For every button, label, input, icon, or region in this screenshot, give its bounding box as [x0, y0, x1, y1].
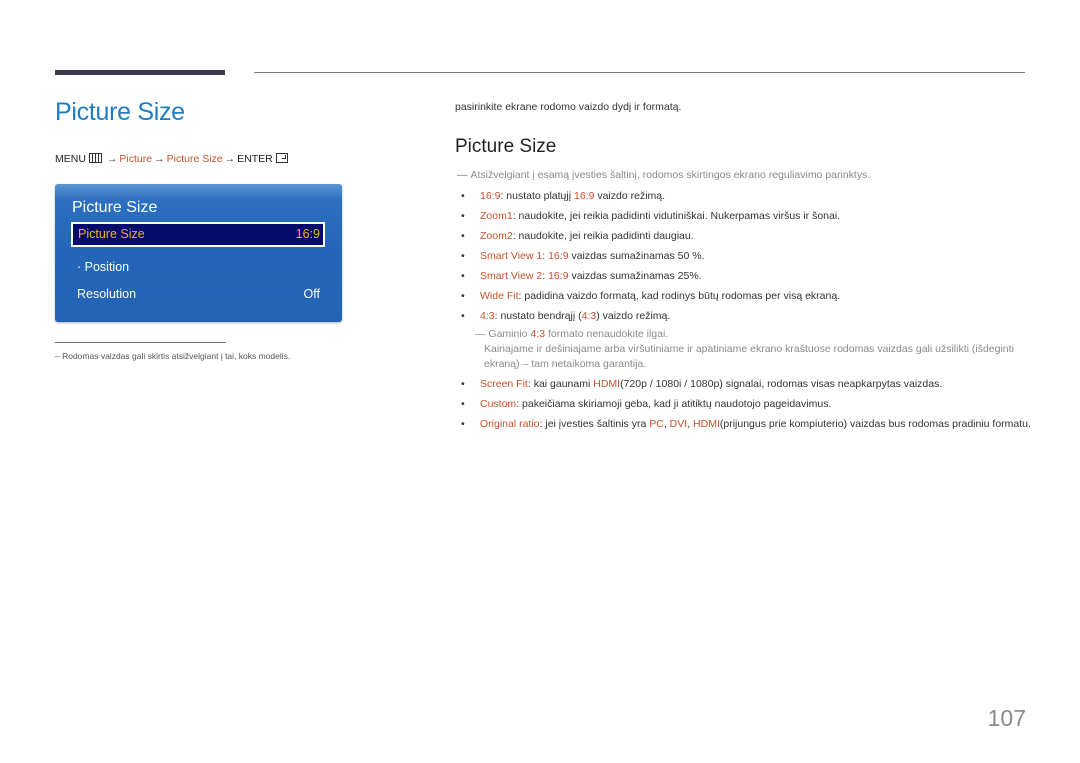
option-text: (prijungus prie kompiuterio) vaizdas bus… [719, 418, 1031, 430]
arrow-icon: → [154, 153, 165, 165]
option-text: : kai gaunami [527, 378, 594, 390]
option-list: 16:9: nustato platųjį 16:9 vaizdo režimą… [461, 189, 1031, 437]
option-highlight: HDMI [693, 418, 720, 430]
note-text: Atsižvelgiant į esamą įvesties šaltinį, … [470, 169, 871, 181]
subnote: ― Gaminio 4:3 formato nenaudokite ilgai.… [475, 327, 1031, 372]
option-text: vaizdas sumažinamas 25%. [568, 270, 702, 282]
option-term: 16:9 [480, 190, 501, 202]
option-text: : padidina vaizdo formatą, kad rodinys b… [518, 290, 841, 302]
osd-item-label: · Position [77, 260, 130, 274]
menu-path-picture-size: Picture Size [166, 153, 223, 165]
option-text: vaizdo režimą. [594, 190, 666, 202]
menu-path: MENU → Picture → Picture Size → ENTER [55, 153, 288, 165]
option-term: 4:3 [480, 310, 495, 322]
option-text: : naudokite, jei reikia padidinti viduti… [512, 210, 841, 222]
option-term: Original ratio [480, 418, 540, 430]
option-highlight: 16:9 [548, 270, 569, 282]
header-accent-bar [55, 70, 225, 75]
option-highlight: DVI [669, 418, 688, 430]
option-text: : jei įvesties šaltinis yra [539, 418, 650, 430]
list-item: Original ratio: jei įvesties šaltinis yr… [461, 417, 1031, 432]
osd-item-picture-size[interactable]: Picture Size 16:9 [71, 222, 325, 247]
option-text: : nustato bendrąjį ( [494, 310, 582, 322]
list-item: Zoom1: naudokite, jei reikia padidinti v… [461, 209, 1031, 224]
option-term: Custom [480, 398, 517, 410]
list-item: 16:9: nustato platųjį 16:9 vaizdo režimą… [461, 189, 1031, 204]
arrow-icon: → [106, 153, 118, 165]
note: ― Atsižvelgiant į esamą įvesties šaltinį,… [457, 169, 870, 181]
option-term: Zoom2 [480, 230, 513, 242]
option-highlight: PC [649, 418, 664, 430]
enter-icon [275, 153, 288, 163]
option-term: Wide Fit [480, 290, 519, 302]
option-text: : naudokite, jei reikia padidinti daugia… [512, 230, 694, 242]
menu-path-picture: Picture [119, 153, 153, 165]
enter-label: ENTER [237, 153, 273, 165]
osd-item-value: 16:9 [295, 227, 320, 241]
subnote-warning: Kairiajame ir dešiniajame arba viršutini… [484, 343, 1014, 370]
subnote-highlight: 4:3 [530, 328, 546, 340]
option-text: (720p / 1080i / 1080p) signalai, rodomas… [620, 378, 943, 390]
intro-text: pasirinkite ekrane rodomo vaizdo dydį ir… [455, 101, 682, 113]
menu-grid-icon [88, 153, 102, 163]
subnote-text: Gaminio [488, 328, 531, 340]
page-number: 107 [987, 705, 1026, 731]
section-title: Picture Size [455, 136, 557, 157]
option-highlight: HDMI [593, 378, 621, 390]
footnote-divider [55, 342, 226, 343]
option-text: ) vaizdo režimą. [596, 310, 671, 322]
list-item: Wide Fit: padidina vaizdo formatą, kad r… [461, 289, 1031, 304]
option-term: Smart View 1 [480, 250, 543, 262]
option-term: Zoom1 [480, 210, 513, 222]
header-rule [254, 72, 1025, 73]
osd-item-position[interactable]: · Position [71, 255, 325, 280]
option-text: : nustato platųjį [500, 190, 574, 202]
option-term: Smart View 2 [480, 270, 543, 282]
list-item: Screen Fit: kai gaunami HDMI(720p / 1080… [461, 377, 1031, 392]
osd-item-label: Picture Size [78, 227, 145, 241]
osd-title: Picture Size [72, 199, 158, 216]
osd-menu-panel: Picture Size Picture Size 16:9 · Positio… [55, 184, 342, 322]
option-highlight: 4:3 [581, 310, 597, 322]
osd-item-value: Off [303, 287, 320, 301]
subnote-text: formato nenaudokite ilgai. [545, 328, 669, 340]
option-highlight: 16:9 [573, 190, 595, 202]
subnote-dash-icon: ― [475, 328, 486, 340]
list-item: 4:3: nustato bendrąjį (4:3) vaizdo režim… [461, 309, 1031, 324]
footnote: – Rodomas vaizdas gali skirtis atsižvelg… [55, 351, 291, 361]
osd-item-resolution[interactable]: Resolution Off [71, 282, 325, 307]
option-text: vaizdas sumažinamas 50 %. [568, 250, 705, 262]
list-item: Custom: pakeičiama skiriamoji geba, kad … [461, 397, 1031, 412]
option-highlight: 16:9 [548, 250, 569, 262]
list-item: Smart View 2: 16:9 vaizdas sumažinamas 2… [461, 269, 1031, 284]
page-title: Picture Size [55, 98, 185, 126]
note-dash-icon: ― [457, 169, 468, 181]
option-text: : pakeičiama skiriamoji geba, kad ji ati… [516, 398, 832, 410]
list-item: Zoom2: naudokite, jei reikia padidinti d… [461, 229, 1031, 244]
list-item: Smart View 1: 16:9 vaizdas sumažinamas 5… [461, 249, 1031, 264]
option-term: Screen Fit [480, 378, 528, 390]
arrow-icon: → [224, 153, 236, 165]
osd-item-label: Resolution [77, 287, 137, 301]
menu-label: MENU [55, 153, 86, 165]
